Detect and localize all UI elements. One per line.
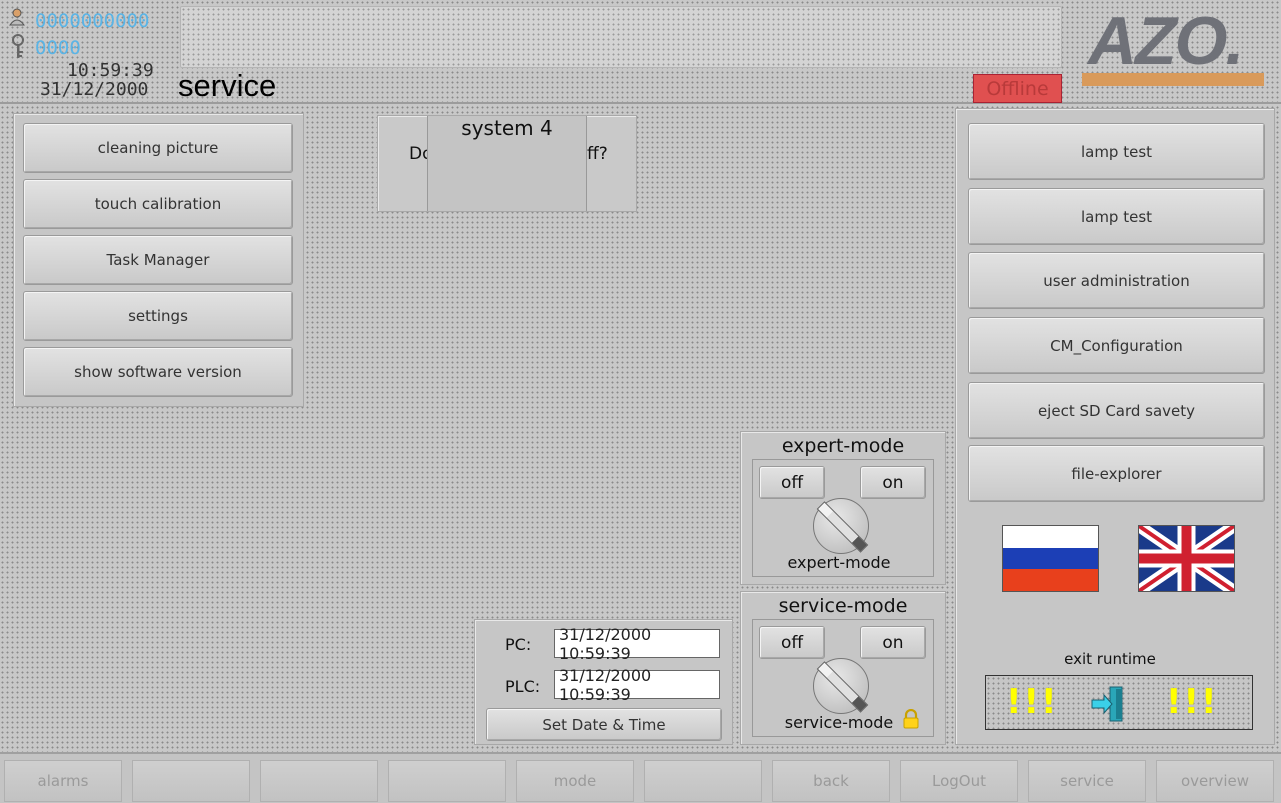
cleaning-picture-button[interactable]: cleaning picture [23, 123, 293, 173]
status-badge: Offline [973, 74, 1062, 103]
nav-button-3[interactable] [260, 760, 378, 802]
service-mode-title: service-mode [778, 595, 908, 617]
lamp-test-button-2[interactable]: lamp test [968, 188, 1265, 245]
pc-datetime-field[interactable]: 31/12/2000 10:59:39 [554, 625, 720, 663]
nav-overview-button[interactable]: overview [1156, 760, 1274, 802]
user-id: 0000000000 [35, 10, 150, 32]
user-administration-button[interactable]: user administration [968, 252, 1265, 309]
azo-logo: AZO. [1078, 3, 1268, 90]
key-id: 0000 [35, 37, 81, 59]
nav-button-6[interactable] [644, 760, 762, 802]
exit-runtime-label: exit runtime [1064, 650, 1156, 668]
expert-mode-on-button[interactable]: on [860, 466, 926, 499]
service-mode-off-button[interactable]: off [759, 626, 825, 659]
expert-mode-panel: expert-mode off on expert-mode [740, 431, 946, 585]
logo-underline [1082, 73, 1264, 86]
plc-label: PLC: [505, 677, 541, 696]
nav-logout-button[interactable]: LogOut [900, 760, 1018, 802]
user-icon [9, 8, 25, 26]
uk-flag-icon[interactable] [1135, 521, 1238, 596]
page-title: service [178, 68, 277, 103]
nav-button-4[interactable] [388, 760, 506, 802]
service-mode-panel: service-mode off on service-mode [740, 591, 946, 745]
russian-flag-icon[interactable] [1002, 525, 1099, 592]
service-mode-knob[interactable] [813, 658, 869, 714]
settings-button[interactable]: settings [23, 291, 293, 341]
nav-mode-button[interactable]: mode [516, 760, 634, 802]
clock-date: 31/12/2000 [40, 79, 149, 100]
touch-calibration-button[interactable]: touch calibration [23, 179, 293, 229]
pc-label: PC: [505, 635, 532, 654]
task-manager-button[interactable]: Task Manager [23, 235, 293, 285]
lamp-test-button-1[interactable]: lamp test [968, 123, 1265, 180]
status-text: Offline [986, 77, 1049, 100]
dialog-title: system 4 [461, 116, 553, 140]
bottom-nav-bar: alarms mode back LogOut service overview [0, 752, 1281, 803]
dialog-overlay: system 4 [427, 116, 587, 211]
lock-icon [902, 708, 920, 729]
warning-marks-left: !!! [1006, 682, 1059, 722]
expert-mode-title: expert-mode [781, 435, 905, 457]
service-mode-knob-handle [816, 661, 869, 713]
dialog-text-right: ff? [587, 144, 608, 164]
nav-back-button[interactable]: back [772, 760, 890, 802]
nav-alarms-button[interactable]: alarms [4, 760, 122, 802]
right-menu-panel: lamp test lamp test user administration … [955, 108, 1275, 745]
datetime-panel: PC: 31/12/2000 10:59:39 PLC: 31/12/2000 … [474, 619, 733, 745]
clock-time: 10:59:39 [67, 60, 154, 81]
service-mode-on-button[interactable]: on [860, 626, 926, 659]
message-display [180, 6, 1062, 68]
nav-service-button[interactable]: service [1028, 760, 1146, 802]
show-software-version-button[interactable]: show software version [23, 347, 293, 397]
left-menu-panel: cleaning picture touch calibration Task … [13, 113, 304, 407]
expert-mode-knob-handle [816, 501, 869, 553]
expert-mode-label: expert-mode [787, 553, 891, 572]
set-date-time-button[interactable]: Set Date & Time [486, 708, 722, 741]
exit-runtime-button[interactable]: !!! !!! [985, 675, 1253, 730]
nav-button-2[interactable] [132, 760, 250, 802]
system-dialog: Do ff? system 4 [377, 115, 637, 212]
plc-datetime-field[interactable]: 31/12/2000 10:59:39 [554, 666, 720, 704]
expert-mode-off-button[interactable]: off [759, 466, 825, 499]
logo-text: AZO. [1088, 3, 1244, 79]
expert-mode-knob[interactable] [813, 498, 869, 554]
key-icon [10, 34, 26, 60]
warning-marks-right: !!! [1166, 682, 1219, 722]
file-explorer-button[interactable]: file-explorer [968, 445, 1265, 502]
top-bar: 0000000000 0000 10:59:39 31/12/2000 serv… [0, 0, 1281, 104]
exit-door-icon [1090, 685, 1126, 723]
cm-configuration-button[interactable]: CM_Configuration [968, 317, 1265, 374]
eject-sd-card-button[interactable]: eject SD Card savety [968, 382, 1265, 439]
